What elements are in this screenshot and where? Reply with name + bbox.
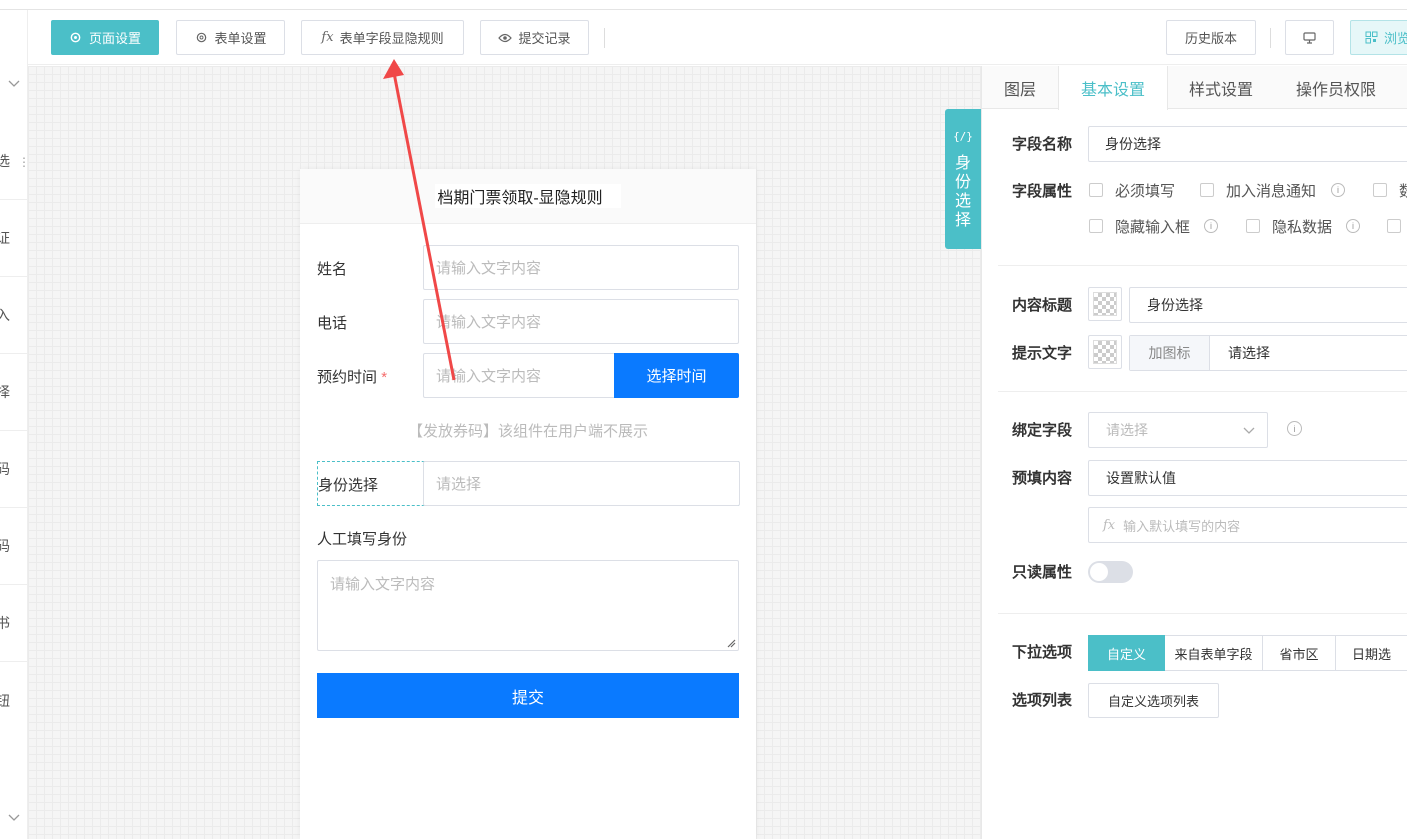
divider (998, 265, 1407, 266)
image-placeholder-icon[interactable] (1088, 335, 1122, 369)
preview-desktop-button[interactable] (1285, 20, 1334, 55)
notify-checkbox-label: 加入消息通知 (1226, 183, 1317, 200)
toolbar-divider (604, 28, 605, 48)
readonly-toggle[interactable] (1088, 561, 1133, 583)
hint-text-label: 提示文字 (1012, 345, 1073, 362)
sidebar-item[interactable]: 入 (0, 277, 28, 354)
content-title-label: 内容标题 (1012, 297, 1073, 314)
code-icon: {/} (953, 130, 973, 143)
info-icon[interactable]: i (1287, 421, 1302, 436)
extra-checkbox[interactable] (1387, 219, 1401, 233)
field-visibility-rules-button[interactable]: fx 表单字段显隐规则 (301, 20, 464, 55)
tab-style-settings[interactable]: 样式设置 (1168, 66, 1274, 109)
bind-field-select[interactable]: 请选择 (1088, 412, 1268, 448)
option-source-region[interactable]: 省市区 (1263, 635, 1336, 671)
private-data-checkbox-label: 隐私数据 (1272, 219, 1333, 236)
private-data-checkbox[interactable] (1246, 219, 1260, 233)
identity-select[interactable]: 请选择 (423, 461, 740, 506)
identity-label: 身份选择 (318, 477, 379, 494)
annotation-arrow (383, 59, 456, 381)
toolbar-divider (1270, 28, 1271, 48)
option-source-custom[interactable]: 自定义 (1088, 635, 1165, 671)
chevron-down-icon[interactable] (6, 810, 22, 826)
qrcode-icon (1365, 31, 1378, 45)
form-settings-button[interactable]: 表单设置 (176, 20, 285, 55)
drag-handle-icon[interactable]: ⋮ (18, 156, 30, 176)
tab-operator-permissions[interactable]: 操作员权限 (1274, 66, 1398, 109)
image-placeholder-icon[interactable] (1088, 287, 1122, 321)
hint-text-input[interactable]: 加图标 请选择 (1129, 335, 1407, 371)
name-label: 姓名 (317, 261, 348, 278)
name-input[interactable]: 请输入文字内容 (423, 245, 739, 290)
toggle-knob (1090, 563, 1108, 581)
function-icon: fx (1103, 517, 1116, 533)
required-checkbox[interactable] (1089, 183, 1103, 197)
sidebar-item[interactable]: 择 (0, 354, 28, 431)
prefill-select[interactable]: 设置默认值 (1088, 460, 1407, 496)
phone-label: 电话 (317, 315, 348, 332)
chevron-up-icon[interactable] (6, 76, 22, 92)
hidden-input-checkbox[interactable] (1089, 219, 1103, 233)
prefill-default-input[interactable]: fx 输入默认填写的内容 (1088, 507, 1407, 543)
phone-input[interactable]: 请输入文字内容 (423, 299, 739, 344)
coupon-notice: 【发放券码】该组件在用户端不展示 (407, 423, 648, 440)
required-checkbox-label: 必须填写 (1115, 183, 1176, 200)
notify-checkbox[interactable] (1200, 183, 1214, 197)
option-source-form-field[interactable]: 来自表单字段 (1165, 635, 1263, 671)
add-icon-button[interactable]: 加图标 (1130, 336, 1210, 370)
sidebar-item[interactable]: 书 (0, 585, 28, 662)
sidebar-item[interactable]: 证 (0, 200, 28, 277)
data-checkbox-label: 数 (1399, 183, 1407, 200)
browse-button[interactable]: 浏览 (1350, 20, 1407, 55)
appointment-label: 预约时间 * (317, 369, 388, 386)
component-sidebar: 选 ⋮ 证 入 择 码 码 书 钮 (0, 10, 30, 839)
sidebar-item[interactable]: 码 (0, 431, 28, 508)
chevron-down-icon (1243, 427, 1255, 434)
option-source-date[interactable]: 日期选 (1336, 635, 1407, 671)
sidebar-item[interactable]: 钮 (0, 662, 28, 739)
readonly-label: 只读属性 (1012, 564, 1073, 581)
manual-identity-textarea[interactable]: 请输入文字内容 (317, 560, 739, 651)
monitor-icon (1303, 31, 1317, 45)
selected-component-tab[interactable]: {/} 身 份 选 择 (945, 109, 981, 249)
history-versions-button[interactable]: 历史版本 (1166, 20, 1256, 55)
manual-identity-label: 人工填写身份 (317, 531, 408, 548)
sidebar-item[interactable]: 码 (0, 508, 28, 585)
eye-icon (498, 31, 513, 45)
divider (998, 391, 1407, 392)
field-name-label: 字段名称 (1012, 136, 1073, 153)
hidden-input-checkbox-label: 隐藏输入框 (1115, 219, 1191, 236)
top-toolbar: 页面设置 表单设置 fx 表单字段显隐规则 提交记录 历史版本 浏览 (28, 10, 1407, 65)
function-icon: fx (321, 30, 334, 45)
submit-records-button[interactable]: 提交记录 (480, 20, 589, 55)
info-icon[interactable]: i (1346, 219, 1360, 233)
properties-panel: 图层 基本设置 样式设置 操作员权限 字段名称 身份选择 字段属性 必须填写 加… (981, 66, 1407, 839)
divider (998, 613, 1407, 614)
content-title-input[interactable]: 身份选择 (1129, 287, 1407, 323)
gear-icon (69, 31, 83, 45)
form-preview: 档期门票领取-显隐规则 姓名 请输入文字内容 电话 请输入文字内容 预约时间 *… (300, 169, 756, 839)
page-settings-button[interactable]: 页面设置 (51, 20, 159, 55)
dropdown-options-label: 下拉选项 (1012, 644, 1073, 661)
data-checkbox[interactable] (1373, 183, 1387, 197)
form-header: 档期门票领取-显隐规则 (300, 169, 756, 224)
bind-field-label: 绑定字段 (1012, 422, 1073, 439)
prefill-label: 预填内容 (1012, 470, 1073, 487)
window-top-bar (0, 0, 1407, 10)
identity-field-selected[interactable]: 身份选择 请选择 (317, 461, 740, 506)
info-icon[interactable]: i (1204, 219, 1218, 233)
choose-time-button[interactable]: 选择时间 (614, 353, 739, 398)
field-name-input[interactable]: 身份选择 (1088, 126, 1407, 162)
options-list-label: 选项列表 (1012, 692, 1073, 709)
field-attributes-label: 字段属性 (1012, 183, 1073, 200)
gear-icon (194, 31, 208, 45)
submit-button[interactable]: 提交 (317, 673, 739, 718)
info-icon[interactable]: i (1331, 183, 1345, 197)
custom-options-list-button[interactable]: 自定义选项列表 (1088, 683, 1219, 718)
resize-handle-icon[interactable] (727, 639, 736, 648)
tab-basic-settings[interactable]: 基本设置 (1058, 66, 1168, 110)
tab-layers[interactable]: 图层 (982, 66, 1058, 109)
